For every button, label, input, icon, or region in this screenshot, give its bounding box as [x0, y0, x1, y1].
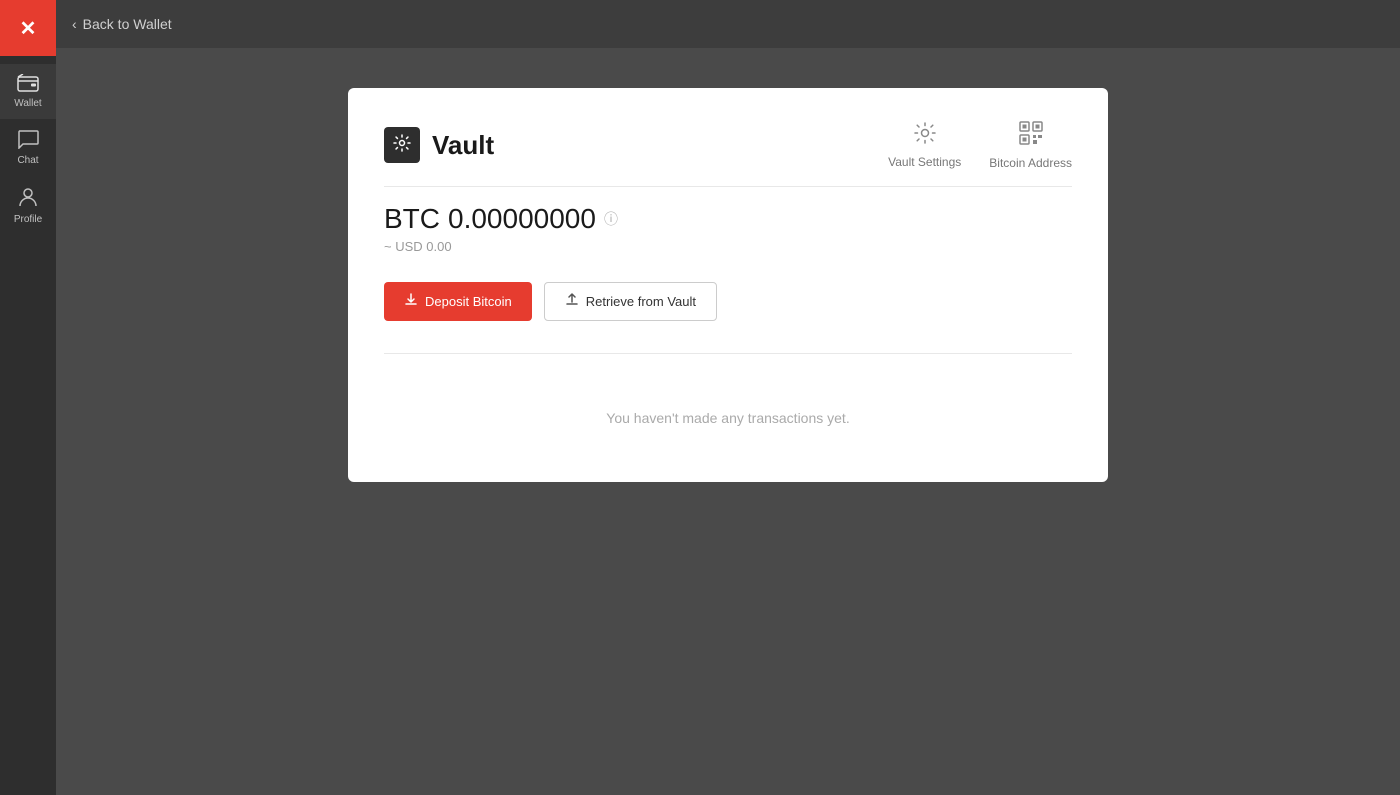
bitcoin-address-icon	[1018, 120, 1044, 152]
vault-settings-button[interactable]: Vault Settings	[888, 121, 961, 169]
balance-currency: BTC	[384, 203, 440, 235]
back-to-wallet-link[interactable]: ‹ Back to Wallet	[72, 16, 172, 32]
bitcoin-address-button[interactable]: Bitcoin Address	[989, 120, 1072, 170]
sidebar-item-wallet[interactable]: Wallet	[0, 64, 56, 119]
back-label: Back to Wallet	[83, 16, 172, 32]
wallet-icon	[17, 74, 39, 95]
vault-card: Vault Vault Settings	[348, 88, 1108, 482]
retrieve-icon	[565, 293, 579, 310]
balance-info-icon[interactable]: ⓘ	[604, 209, 618, 229]
empty-transactions-message: You haven't made any transactions yet.	[384, 394, 1072, 442]
logo-icon: ✕	[20, 16, 37, 41]
vault-icon-box	[384, 127, 420, 163]
sidebar-item-chat[interactable]: Chat	[0, 119, 56, 176]
app-logo[interactable]: ✕	[0, 0, 56, 56]
chat-label: Chat	[17, 155, 38, 166]
vault-action-buttons: Deposit Bitcoin Retrieve from Vault	[384, 282, 1072, 321]
sidebar-nav: Wallet Chat Profile	[0, 64, 56, 235]
vault-card-header: Vault Vault Settings	[384, 120, 1072, 170]
deposit-icon	[404, 293, 418, 310]
retrieve-label: Retrieve from Vault	[586, 294, 696, 309]
vault-settings-icon	[913, 121, 937, 151]
vault-settings-label: Vault Settings	[888, 155, 961, 169]
vault-balance: BTC 0.00000000 ⓘ	[384, 203, 1072, 235]
deposit-bitcoin-button[interactable]: Deposit Bitcoin	[384, 282, 532, 321]
main-content: Vault Vault Settings	[56, 48, 1400, 795]
deposit-label: Deposit Bitcoin	[425, 294, 512, 309]
vault-usd-balance: ~ USD 0.00	[384, 239, 1072, 254]
chat-icon	[17, 129, 39, 152]
sidebar: ✕ Wallet Chat	[0, 0, 56, 795]
back-chevron-icon: ‹	[72, 16, 77, 32]
vault-transactions-divider	[384, 353, 1072, 354]
vault-gear-icon	[393, 134, 411, 157]
balance-amount: 0.00000000	[448, 203, 596, 235]
bitcoin-address-label: Bitcoin Address	[989, 156, 1072, 170]
profile-label: Profile	[14, 214, 42, 225]
vault-title-group: Vault	[384, 127, 494, 163]
main-area: ‹ Back to Wallet Vault	[56, 0, 1400, 795]
retrieve-from-vault-button[interactable]: Retrieve from Vault	[544, 282, 717, 321]
vault-header-divider	[384, 186, 1072, 187]
profile-icon	[18, 186, 38, 211]
vault-title: Vault	[432, 130, 494, 161]
vault-actions: Vault Settings	[888, 120, 1072, 170]
wallet-label: Wallet	[14, 98, 41, 109]
sidebar-item-profile[interactable]: Profile	[0, 176, 56, 235]
topbar: ‹ Back to Wallet	[56, 0, 1400, 48]
